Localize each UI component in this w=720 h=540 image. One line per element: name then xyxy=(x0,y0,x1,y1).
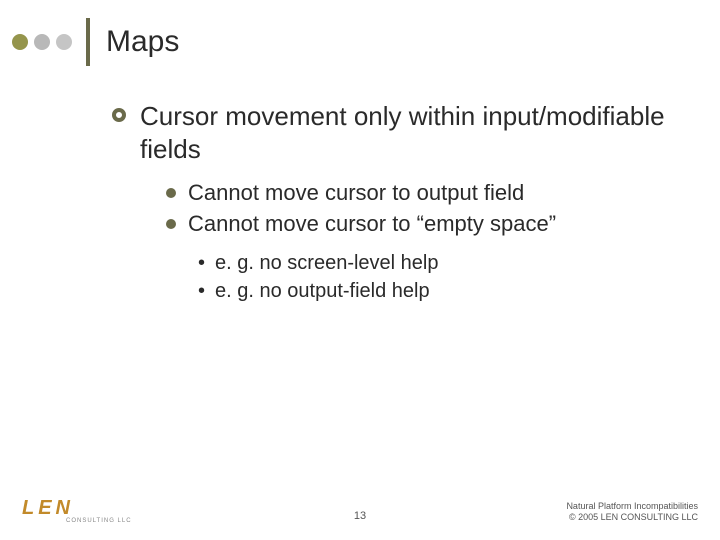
dot-bullet-icon: • xyxy=(198,278,205,304)
vertical-divider xyxy=(86,18,90,66)
dot-icon xyxy=(12,34,28,50)
slide-header: Maps xyxy=(12,18,179,66)
logo-subtext: CONSULTING LLC xyxy=(66,518,132,524)
footer-right: Natural Platform Incompatibilities © 200… xyxy=(566,501,698,524)
slide-body: Cursor movement only within input/modifi… xyxy=(112,100,690,306)
bullet-level2: Cannot move cursor to “empty space” xyxy=(166,210,690,239)
bullet-level3: • e. g. no output-field help xyxy=(198,278,690,304)
level3-text: e. g. no screen-level help xyxy=(215,250,438,276)
header-dots xyxy=(12,34,72,50)
slide-title: Maps xyxy=(106,25,179,59)
level1-text: Cursor movement only within input/modifi… xyxy=(140,100,690,165)
level3-text: e. g. no output-field help xyxy=(215,278,430,304)
disc-bullet-icon xyxy=(166,188,176,198)
bullet-level2: Cannot move cursor to output field xyxy=(166,179,690,208)
logo: LEN CONSULTING LLC xyxy=(22,497,132,524)
ring-bullet-icon xyxy=(112,108,126,122)
bullet-level3: • e. g. no screen-level help xyxy=(198,250,690,276)
logo-text: LEN xyxy=(22,497,74,520)
dot-icon xyxy=(56,34,72,50)
footer-line2: © 2005 LEN CONSULTING LLC xyxy=(566,512,698,524)
sublist-level2: Cannot move cursor to output field Canno… xyxy=(166,179,690,238)
dot-bullet-icon: • xyxy=(198,250,205,276)
page-number: 13 xyxy=(354,510,366,522)
disc-bullet-icon xyxy=(166,219,176,229)
sublist-level3: • e. g. no screen-level help • e. g. no … xyxy=(198,250,690,304)
bullet-level1: Cursor movement only within input/modifi… xyxy=(112,100,690,165)
footer-line1: Natural Platform Incompatibilities xyxy=(566,501,698,513)
level2-text: Cannot move cursor to output field xyxy=(188,179,524,208)
level2-text: Cannot move cursor to “empty space” xyxy=(188,210,556,239)
dot-icon xyxy=(34,34,50,50)
